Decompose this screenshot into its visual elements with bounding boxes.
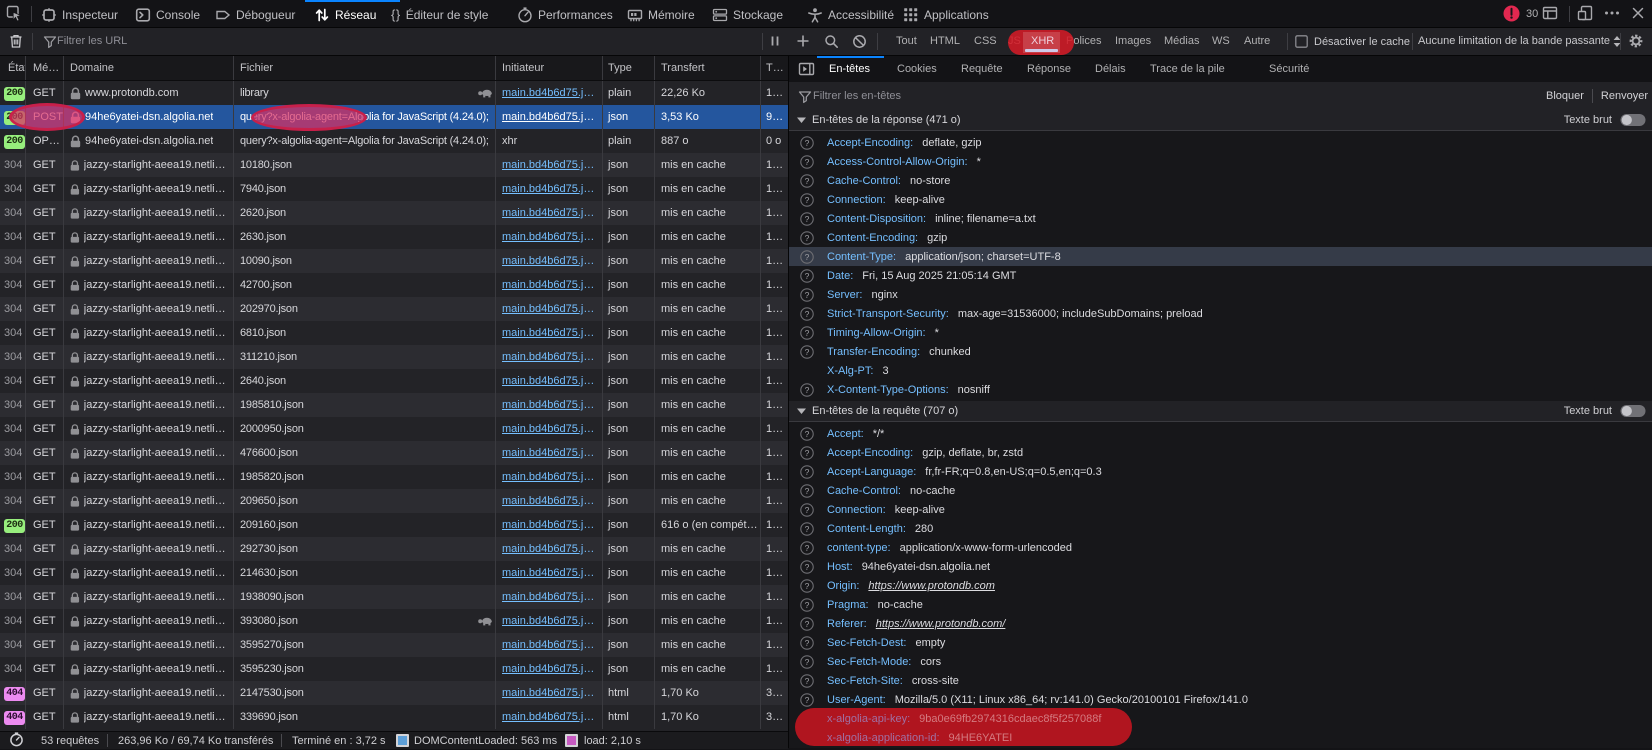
svg-text:?: ?	[805, 195, 810, 205]
svg-text:?: ?	[805, 309, 810, 319]
svg-text:?: ?	[805, 581, 810, 591]
svg-text:?: ?	[805, 214, 810, 224]
svg-text:?: ?	[805, 524, 810, 534]
svg-text:?: ?	[805, 385, 810, 395]
svg-text:?: ?	[805, 290, 810, 300]
svg-text:?: ?	[805, 562, 810, 572]
svg-text:?: ?	[805, 271, 810, 281]
svg-text:?: ?	[805, 429, 810, 439]
svg-text:?: ?	[805, 467, 810, 477]
svg-text:?: ?	[805, 138, 810, 148]
svg-text:?: ?	[805, 638, 810, 648]
svg-text:?: ?	[805, 176, 810, 186]
svg-text:?: ?	[805, 233, 810, 243]
svg-text:?: ?	[805, 505, 810, 515]
svg-text:?: ?	[805, 619, 810, 629]
svg-text:?: ?	[805, 252, 810, 262]
svg-text:?: ?	[805, 543, 810, 553]
svg-text:?: ?	[805, 600, 810, 610]
svg-text:?: ?	[805, 486, 810, 496]
svg-text:?: ?	[805, 448, 810, 458]
svg-text:?: ?	[805, 695, 810, 705]
svg-text:?: ?	[805, 157, 810, 167]
svg-text:?: ?	[805, 347, 810, 357]
svg-text:?: ?	[805, 657, 810, 667]
svg-text:?: ?	[805, 328, 810, 338]
svg-text:?: ?	[805, 676, 810, 686]
